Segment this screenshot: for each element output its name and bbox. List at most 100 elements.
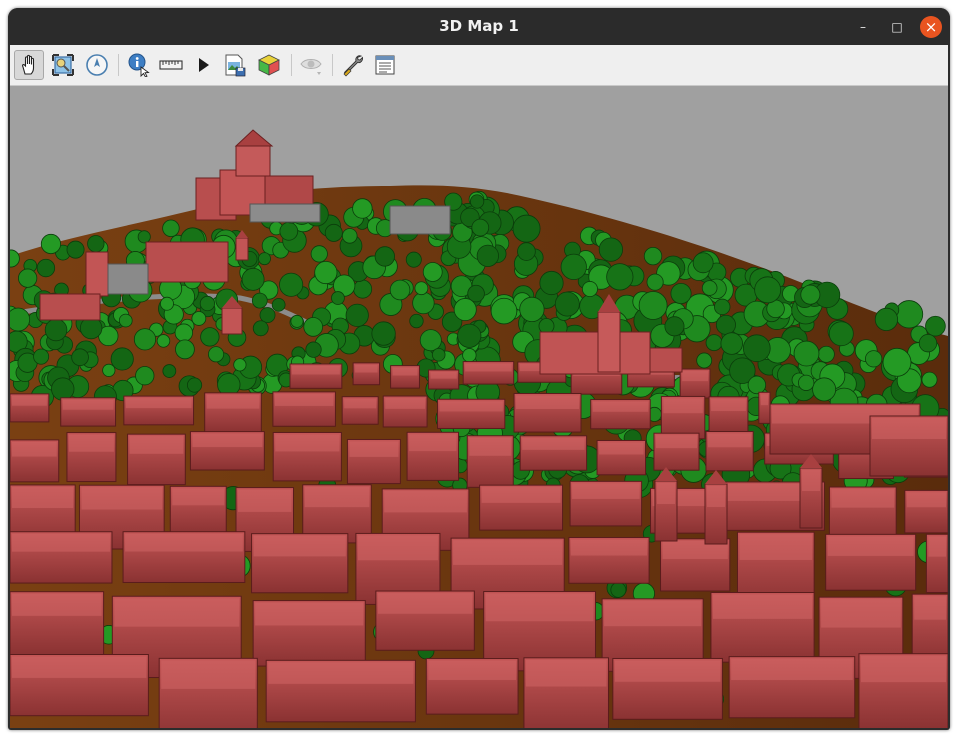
tree [241, 267, 265, 291]
tree [200, 327, 220, 347]
save-image-icon [225, 54, 246, 77]
tree [405, 251, 422, 268]
building-roof [516, 395, 580, 410]
building-roof [125, 533, 243, 552]
building-roof [384, 490, 467, 513]
tree [476, 244, 499, 268]
tree [331, 291, 345, 305]
camera-menu-icon [375, 55, 395, 75]
tree [453, 298, 477, 322]
close-button[interactable]: × [920, 16, 942, 38]
tree [692, 252, 714, 274]
tree [102, 363, 116, 377]
building-roof [12, 486, 74, 509]
animation-button[interactable] [188, 50, 218, 80]
building-roof [572, 483, 640, 499]
building-roof [275, 434, 340, 452]
tree [352, 198, 373, 219]
tree [341, 228, 358, 244]
building-roof [831, 489, 895, 508]
camera-menu-button[interactable] [370, 50, 400, 80]
building-roof [592, 401, 649, 412]
building-roof [344, 398, 377, 409]
building-roof [12, 441, 57, 457]
building-roof [268, 662, 414, 684]
tree [233, 358, 247, 372]
tree [156, 334, 171, 348]
tree [720, 332, 743, 355]
map-themes-button[interactable] [296, 50, 326, 80]
building-roof [827, 536, 914, 556]
tree [800, 284, 821, 305]
tree [162, 219, 180, 237]
identify-button[interactable] [124, 50, 154, 80]
camera-north-button[interactable] [82, 50, 112, 80]
configure-button[interactable] [338, 50, 368, 80]
measure-button[interactable] [156, 50, 186, 80]
building-roof [129, 436, 184, 454]
tree [457, 323, 482, 348]
building-roof [821, 599, 901, 628]
export-3d-button[interactable] [254, 50, 284, 80]
tree [389, 279, 411, 301]
building-roof [355, 364, 378, 373]
tree [44, 318, 68, 342]
tree [422, 262, 443, 282]
save-image-button[interactable] [220, 50, 250, 80]
3d-map-canvas[interactable] [10, 86, 948, 728]
map-themes-icon [300, 59, 322, 75]
building-roof [481, 487, 561, 503]
tree [554, 291, 580, 317]
building-roof [707, 486, 725, 507]
tree [715, 314, 736, 335]
minimize-button[interactable]: – [852, 16, 874, 38]
tree [598, 237, 624, 262]
building-roof [62, 399, 114, 410]
zoom-full-button[interactable] [48, 50, 78, 80]
building-roof [928, 536, 946, 557]
title-bar[interactable]: 3D Map 1 – □ × [8, 8, 950, 45]
identify-icon [128, 53, 150, 77]
building-roof [12, 593, 102, 616]
animation-play-icon [199, 58, 209, 72]
building-roof [599, 442, 644, 455]
tree [925, 315, 946, 337]
tree [519, 296, 545, 323]
tree [865, 350, 883, 368]
tree [66, 240, 85, 259]
tree [894, 300, 924, 329]
building-roof [238, 489, 292, 512]
configure-icon [343, 55, 364, 77]
building-roof [469, 437, 512, 456]
tree [271, 297, 286, 312]
building-roof [712, 594, 813, 619]
tree [191, 311, 207, 326]
tree [18, 268, 38, 288]
building-roof [12, 395, 47, 406]
zoom-full-icon [52, 54, 74, 76]
tree [251, 292, 268, 309]
pan-button[interactable] [14, 50, 44, 80]
toolbar-separator [291, 54, 292, 76]
tree [175, 339, 195, 360]
tree [252, 320, 269, 337]
tree [290, 314, 304, 328]
building-roof [172, 488, 225, 506]
maximize-button[interactable]: □ [886, 16, 908, 38]
building-roof [663, 398, 703, 414]
tree [374, 246, 395, 267]
building-roof [739, 534, 813, 560]
tree [882, 347, 912, 377]
building-roof [872, 418, 946, 439]
building-roof [760, 394, 768, 406]
tree [10, 307, 31, 332]
tree [490, 297, 518, 325]
tree [33, 348, 50, 365]
camera-north-icon [86, 54, 108, 76]
building-roof [385, 398, 426, 409]
building-roof [428, 660, 517, 680]
building-roof [430, 372, 457, 379]
tree [754, 276, 782, 304]
tree [560, 253, 587, 280]
building-roof [711, 398, 746, 412]
